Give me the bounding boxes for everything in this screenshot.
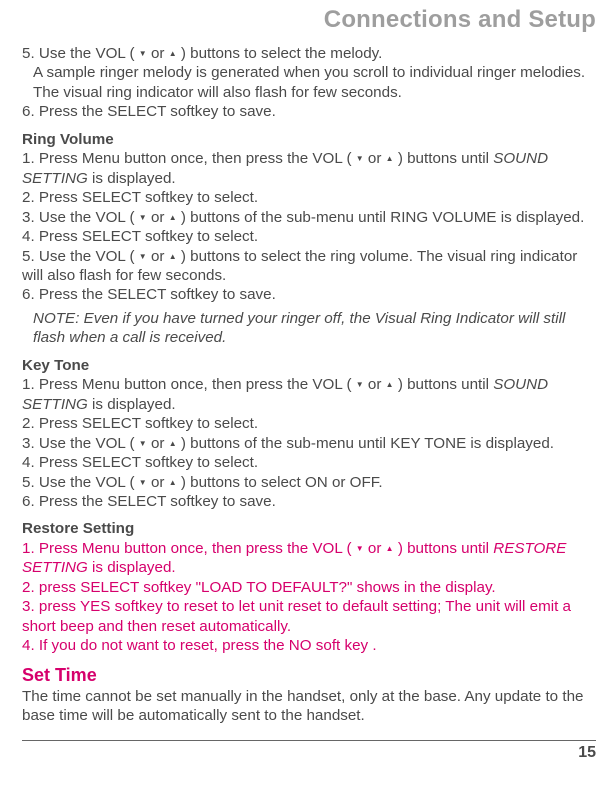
ring-volume-step2: 2. Press SELECT softkey to select.	[22, 188, 596, 207]
key-tone-step1: 1. Press Menu button once, then press th…	[22, 375, 596, 414]
arrow-down-icon: ▼	[139, 440, 147, 448]
key-tone-step6: 6. Press the SELECT softkey to save.	[22, 492, 596, 511]
text: or	[151, 435, 165, 452]
divider	[22, 740, 596, 741]
intro-step5: 5. Use the VOL ( ▼ or ▲ ) buttons to sel…	[22, 44, 596, 63]
arrow-down-icon: ▼	[139, 50, 147, 58]
set-time-heading: Set Time	[22, 664, 596, 687]
set-time-body: The time cannot be set manually in the h…	[22, 687, 596, 726]
key-tone-step4: 4. Press SELECT softkey to select.	[22, 453, 596, 472]
text: 5. Use the VOL (	[22, 45, 135, 62]
key-tone-step5: 5. Use the VOL ( ▼ or ▲ ) buttons to sel…	[22, 473, 596, 492]
text: or	[368, 376, 382, 393]
arrow-up-icon: ▲	[386, 545, 394, 553]
intro-step6: 6. Press the SELECT softkey to save.	[22, 102, 596, 121]
arrow-up-icon: ▲	[169, 479, 177, 487]
arrow-up-icon: ▲	[169, 253, 177, 261]
body-content: 5. Use the VOL ( ▼ or ▲ ) buttons to sel…	[22, 44, 596, 763]
page-number: 15	[22, 743, 596, 763]
text: or	[151, 209, 165, 226]
arrow-down-icon: ▼	[356, 545, 364, 553]
text: 5. Use the VOL (	[22, 248, 135, 265]
text: 5. Use the VOL (	[22, 474, 135, 491]
arrow-up-icon: ▲	[169, 214, 177, 222]
key-tone-step2: 2. Press SELECT softkey to select.	[22, 414, 596, 433]
restore-heading: Restore Setting	[22, 519, 596, 538]
arrow-down-icon: ▼	[139, 253, 147, 261]
restore-step3: 3. press YES softkey to reset to let uni…	[22, 597, 596, 636]
ring-volume-heading: Ring Volume	[22, 130, 596, 149]
text: ) buttons to select ON or OFF.	[181, 474, 383, 491]
key-tone-heading: Key Tone	[22, 356, 596, 375]
text: or	[151, 248, 165, 265]
arrow-down-icon: ▼	[139, 479, 147, 487]
key-tone-step3: 3. Use the VOL ( ▼ or ▲ ) buttons of the…	[22, 434, 596, 453]
text: is displayed.	[88, 559, 176, 576]
text: ) buttons until	[398, 376, 493, 393]
text: ) buttons to select the melody.	[181, 45, 382, 62]
ring-volume-step5: 5. Use the VOL ( ▼ or ▲ ) buttons to sel…	[22, 247, 596, 286]
ring-volume-step6: 6. Press the SELECT softkey to save.	[22, 285, 596, 304]
restore-step2: 2. press SELECT softkey "LOAD TO DEFAULT…	[22, 578, 596, 597]
ring-volume-step1: 1. Press Menu button once, then press th…	[22, 149, 596, 188]
intro-step5b: The visual ring indicator will also flas…	[22, 83, 596, 102]
text: 1. Press Menu button once, then press th…	[22, 376, 352, 393]
arrow-up-icon: ▲	[386, 155, 394, 163]
text: ) buttons of the sub-menu until RING VOL…	[181, 209, 585, 226]
intro-step5a: A sample ringer melody is generated when…	[22, 63, 596, 82]
text: 3. Use the VOL (	[22, 209, 135, 226]
text: or	[151, 474, 165, 491]
arrow-up-icon: ▲	[386, 381, 394, 389]
text: is displayed.	[88, 396, 176, 413]
restore-step1: 1. Press Menu button once, then press th…	[22, 539, 596, 578]
arrow-down-icon: ▼	[356, 381, 364, 389]
page-header: Connections and Setup	[22, 0, 596, 44]
ring-volume-note: NOTE: Even if you have turned your ringe…	[22, 309, 596, 348]
arrow-up-icon: ▲	[169, 50, 177, 58]
text: or	[151, 45, 165, 62]
text: ) buttons of the sub-menu until KEY TONE…	[181, 435, 554, 452]
ring-volume-step3: 3. Use the VOL ( ▼ or ▲ ) buttons of the…	[22, 208, 596, 227]
restore-step4: 4. If you do not want to reset, press th…	[22, 636, 596, 655]
arrow-down-icon: ▼	[356, 155, 364, 163]
text: or	[368, 540, 382, 557]
text: 1. Press Menu button once, then press th…	[22, 540, 352, 557]
ring-volume-step4: 4. Press SELECT softkey to select.	[22, 227, 596, 246]
text: 3. Use the VOL (	[22, 435, 135, 452]
text: or	[368, 150, 382, 167]
arrow-up-icon: ▲	[169, 440, 177, 448]
text: ) buttons until	[398, 150, 493, 167]
arrow-down-icon: ▼	[139, 214, 147, 222]
text: ) buttons until	[398, 540, 493, 557]
text: is displayed.	[88, 170, 176, 187]
text: 1. Press Menu button once, then press th…	[22, 150, 352, 167]
